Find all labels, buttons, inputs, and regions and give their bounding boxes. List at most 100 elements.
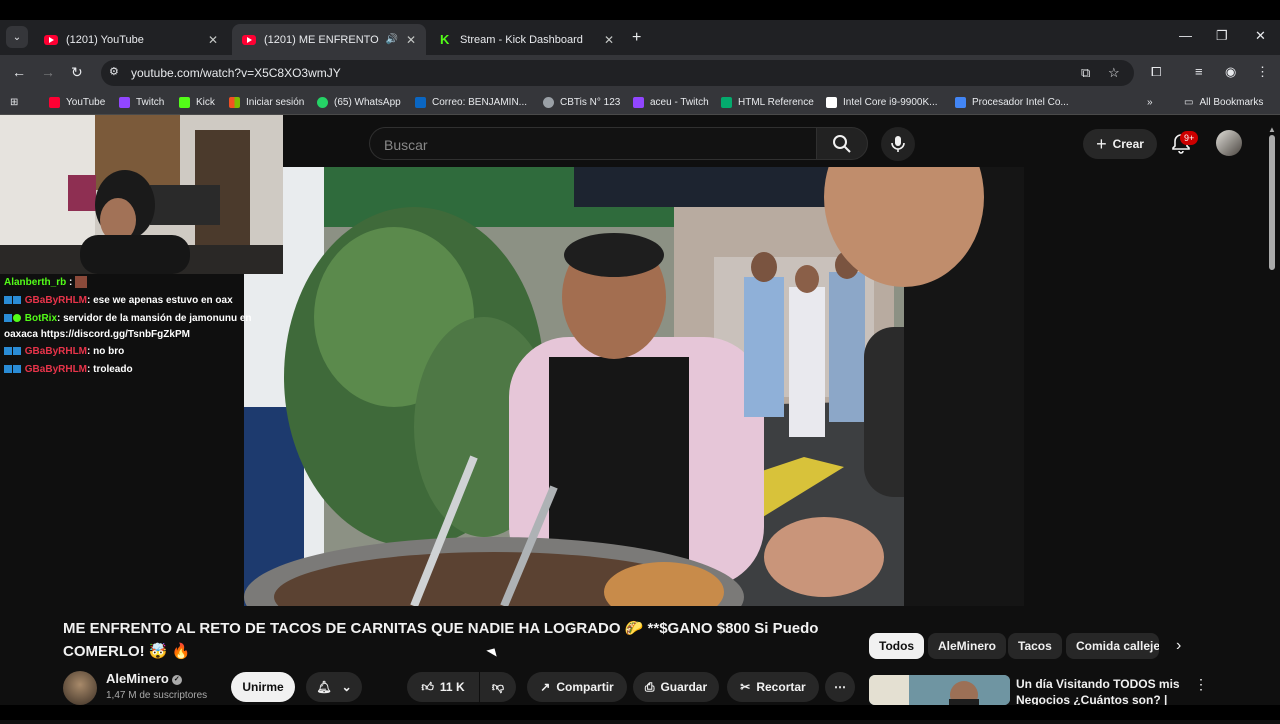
search-icon (833, 134, 851, 153)
recommended-thumbnail[interactable] (869, 675, 1010, 705)
amazon-icon (826, 97, 837, 108)
chat-username: GBaByRHLM (24, 295, 88, 306)
webcam-frame (0, 115, 283, 274)
more-actions-button[interactable]: ⋯ (825, 672, 855, 702)
bookmark-label: Intel Core i9-9900K... (843, 97, 938, 108)
channel-avatar[interactable] (63, 671, 97, 705)
search-input[interactable]: Buscar (369, 127, 816, 160)
bookmark-aceu-twitch[interactable]: aceu - Twitch (633, 97, 709, 108)
bookmark-cbtis[interactable]: CBTis N° 123 (543, 97, 620, 108)
document-icon (955, 97, 966, 108)
verified-icon: ✓ (171, 674, 182, 685)
search-button[interactable] (816, 127, 868, 160)
address-bar[interactable]: ⚙ youtube.com/watch?v=X5C8XO3wmJY ⧉ ☆ (101, 60, 1134, 86)
join-button[interactable]: Unirme (231, 672, 295, 702)
video-title: ME ENFRENTO AL RETO DE TACOS DE CARNITAS… (63, 620, 819, 660)
close-icon[interactable]: ✕ (604, 33, 614, 47)
microsoft-icon (229, 97, 240, 108)
chat-username: Alanberth_rb (4, 277, 67, 288)
tab-search-button[interactable]: ⌄ (6, 26, 28, 48)
bookmark-youtube[interactable]: YouTube (49, 97, 105, 108)
bookmark-label: All Bookmarks (1199, 97, 1264, 108)
bookmark-label: Correo: BENJAMIN... (432, 97, 528, 108)
tab-youtube-home[interactable]: (1201) YouTube ✕ (34, 24, 228, 55)
thumbnail-image (869, 675, 1010, 705)
emote-icon (75, 276, 88, 289)
tab-title: (1201) ME ENFRENTO AL RE (264, 33, 379, 46)
bot-badge-icon (13, 314, 21, 323)
restore-icon[interactable]: ❐ (1216, 28, 1228, 44)
chip-tacos[interactable]: Tacos (1008, 633, 1062, 659)
bookmark-whatsapp[interactable]: (65) WhatsApp (317, 97, 401, 108)
twitch-icon (633, 97, 644, 108)
new-tab-button[interactable]: + (632, 29, 641, 47)
window-close-icon[interactable]: ✕ (1255, 28, 1266, 44)
badge-icon (13, 347, 21, 356)
kick-icon (179, 97, 190, 108)
badge-icon (4, 347, 12, 356)
back-icon[interactable]: ← (12, 64, 26, 80)
chip-aleminero[interactable]: AleMinero (928, 633, 1007, 659)
tab-kick-dashboard[interactable]: K Stream - Kick Dashboard ✕ (430, 24, 624, 55)
close-icon[interactable]: ✕ (208, 33, 218, 47)
dislike-button[interactable]: 👎︎ (480, 672, 516, 702)
media-control-icon[interactable]: ≡ (1195, 64, 1203, 79)
install-app-icon[interactable]: ⧉ (1081, 65, 1090, 81)
page-scrollbar[interactable]: ▲ ▼ (1268, 125, 1276, 713)
bookmark-label: Iniciar sesión (246, 97, 305, 108)
video-player[interactable] (244, 167, 1024, 606)
site-settings-icon[interactable]: ⚙ (109, 65, 119, 78)
close-icon[interactable]: ✕ (406, 33, 416, 47)
scroll-up-icon[interactable]: ▲ (1268, 125, 1276, 134)
channel-name-row[interactable]: AleMinero ✓ (106, 671, 182, 686)
thumbs-down-icon: 👎︎ (491, 679, 505, 694)
tab-current-video[interactable]: (1201) ME ENFRENTO AL RE 🔊 ✕ (232, 24, 426, 55)
chat-username: GBaByRHLM (24, 346, 88, 357)
profile-icon[interactable]: ◉ (1225, 64, 1236, 80)
bookmark-twitch[interactable]: Twitch (119, 97, 164, 108)
reload-icon[interactable]: ↻ (71, 64, 83, 81)
user-avatar[interactable] (1216, 130, 1242, 156)
voice-search-button[interactable] (881, 127, 915, 161)
more-bookmarks-button[interactable]: » (1147, 97, 1153, 108)
apps-grid-icon[interactable]: ⊞ (10, 97, 18, 108)
mail-icon (415, 97, 426, 108)
streamer-webcam (0, 115, 283, 274)
chip-comida-callejera[interactable]: Comida callejera (1066, 633, 1159, 659)
chat-message: Alanberth_rb : (0, 274, 262, 292)
speaker-icon[interactable]: 🔊 (385, 34, 397, 45)
bookmark-amazon-intel[interactable]: Intel Core i9-9900K... (826, 97, 938, 108)
create-button[interactable]: + Crear (1083, 129, 1157, 159)
more-vertical-icon[interactable]: ⋮ (1194, 676, 1208, 693)
bookmark-label: Procesador Intel Co... (972, 97, 1069, 108)
save-label: Guardar (660, 680, 708, 694)
bottom-black-strip (0, 705, 1280, 720)
scissors-icon: ✂ (740, 680, 751, 694)
scrollbar-thumb[interactable] (1269, 135, 1275, 270)
save-button[interactable]: ⎙ Guardar (633, 672, 719, 702)
chevron-right-icon[interactable]: › (1176, 637, 1181, 655)
share-button[interactable]: ↗ Compartir (527, 672, 627, 702)
bookmark-kick[interactable]: Kick (179, 97, 215, 108)
forward-icon[interactable]: → (41, 64, 55, 80)
bookmark-procesador-intel[interactable]: Procesador Intel Co... (955, 97, 1069, 108)
like-count: 11 K (439, 680, 465, 694)
twitch-icon (119, 97, 130, 108)
badge-icon (4, 296, 12, 305)
bookmark-label: (65) WhatsApp (334, 97, 401, 108)
subscribe-notifications-button[interactable]: 🔔︎ ⌄ (306, 672, 362, 702)
bookmark-html-reference[interactable]: HTML Reference (721, 97, 814, 108)
extensions-icon[interactable]: ⧠ (1151, 64, 1161, 80)
notification-badge: 9+ (1180, 131, 1199, 145)
minimize-icon[interactable]: — (1179, 28, 1192, 43)
menu-icon[interactable]: ⋮ (1256, 64, 1269, 80)
clip-button[interactable]: ✂ Recortar (727, 672, 819, 702)
like-button[interactable]: 👍︎ 11 K (407, 672, 479, 702)
share-label: Compartir (556, 680, 614, 694)
bookmark-microsoft-login[interactable]: Iniciar sesión (229, 97, 304, 108)
chip-todos[interactable]: Todos (869, 633, 925, 659)
bookmark-star-icon[interactable]: ☆ (1108, 65, 1120, 81)
all-bookmarks-button[interactable]: ▭ All Bookmarks (1184, 97, 1263, 108)
chevron-down-icon: ⌄ (341, 680, 352, 694)
bookmark-correo[interactable]: Correo: BENJAMIN... (415, 97, 527, 108)
